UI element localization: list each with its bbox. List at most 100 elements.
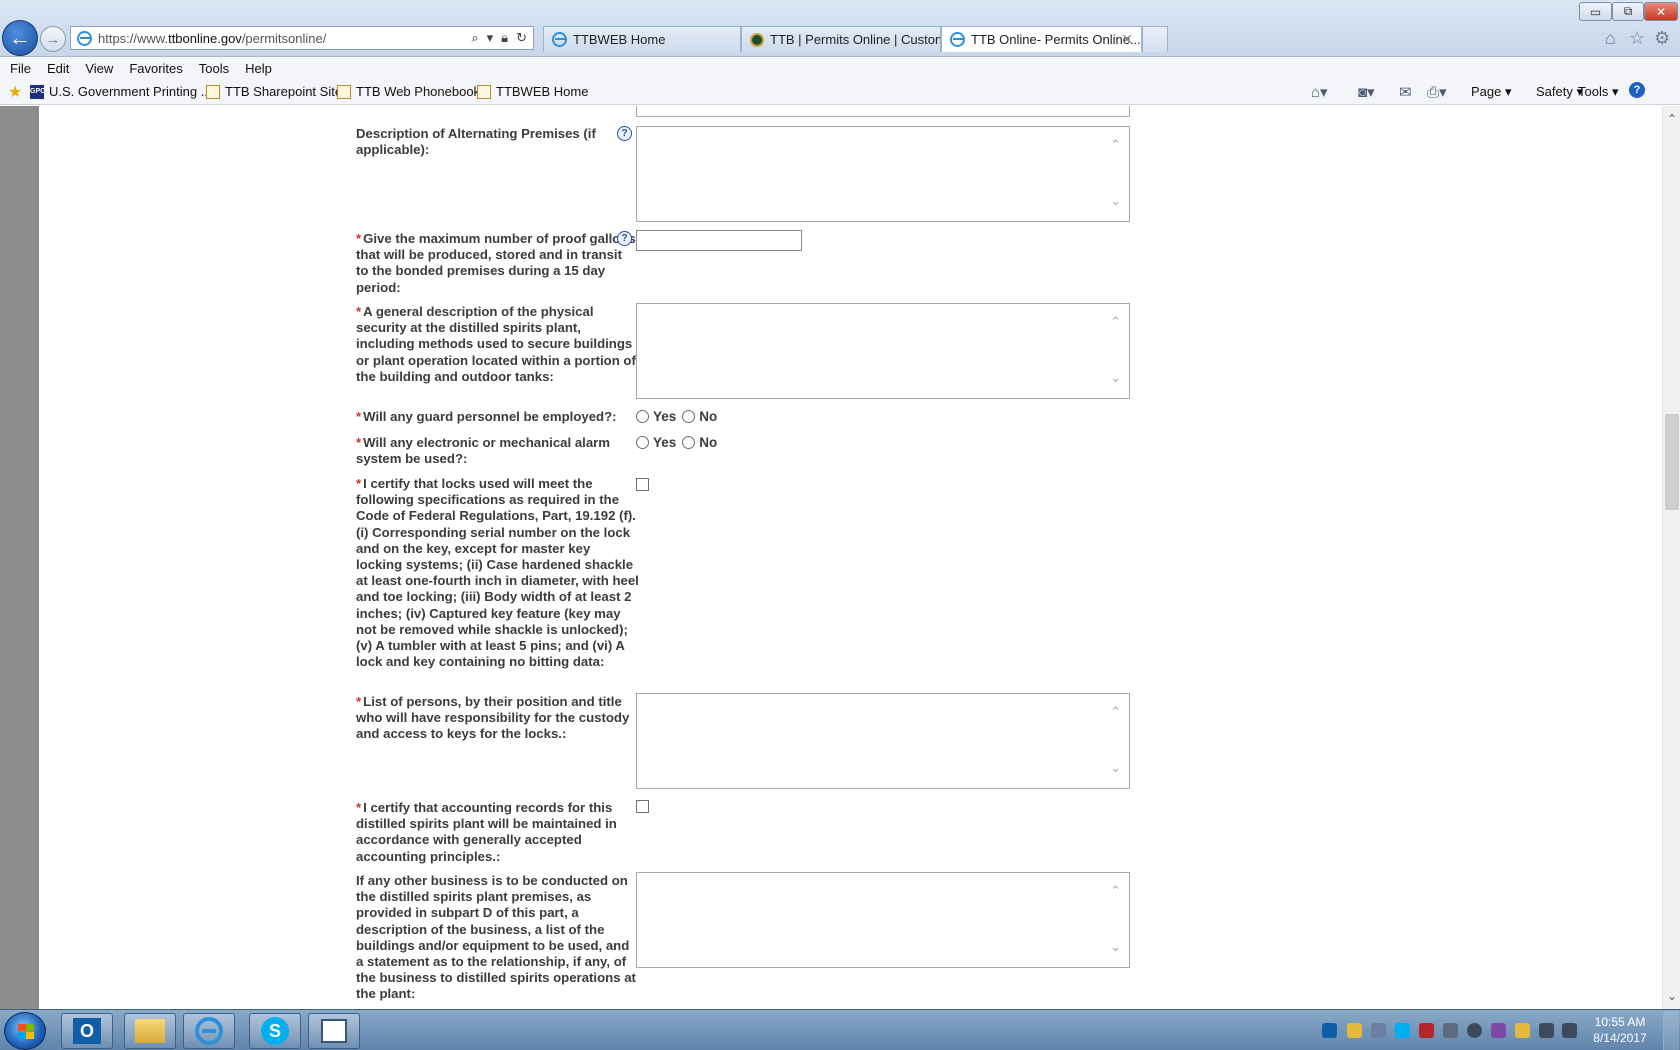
alarm-yes-radio[interactable] <box>636 436 649 449</box>
safety-menu[interactable]: Safety ▾ <box>1536 84 1583 100</box>
menu-tools[interactable]: Tools <box>199 61 229 76</box>
skype-tray-icon[interactable] <box>1395 1023 1410 1038</box>
page-icon <box>337 84 351 99</box>
help-icon[interactable]: ? <box>1629 82 1645 98</box>
alarm-system-label: * Will any electronic or mechanical alarm… <box>356 435 611 467</box>
menu-favorites[interactable]: Favorites <box>129 61 182 76</box>
menu-edit[interactable]: Edit <box>47 61 69 76</box>
refresh-icon[interactable]: ↻ <box>516 30 527 46</box>
print-icon[interactable]: ⎙▾ <box>1427 83 1447 101</box>
page-icon <box>206 84 220 99</box>
ie-page-icon <box>950 32 965 47</box>
browser-title-bar: ← → https://www.ttbonline.gov/permitsonl… <box>0 0 1680 57</box>
feeds-icon[interactable]: ◙▾ <box>1358 83 1375 101</box>
home-icon[interactable]: ⌂ <box>1605 28 1616 49</box>
page-icon <box>477 84 491 99</box>
other-business-textarea[interactable]: ⌃ ⌄ <box>636 872 1130 968</box>
sync-tray-icon[interactable] <box>1467 1023 1482 1038</box>
windows-logo-icon <box>18 1024 34 1039</box>
scroll-down-icon: ⌄ <box>1110 193 1121 208</box>
favorite-gpo[interactable]: GPO U.S. Government Printing ... <box>30 84 212 99</box>
internet-explorer-icon <box>195 1017 223 1045</box>
alarm-no-radio[interactable] <box>682 436 696 449</box>
favorite-phonebook[interactable]: TTB Web Phonebook <box>337 84 480 99</box>
locks-certify-checkbox[interactable] <box>636 478 649 491</box>
page-gutter <box>0 106 39 1009</box>
back-button[interactable]: ← <box>2 20 38 56</box>
scroll-up-icon: ⌃ <box>1110 883 1121 898</box>
help-icon[interactable]: ? <box>617 231 632 246</box>
restore-button[interactable]: ⧉ <box>1612 2 1644 21</box>
taskbar-file-explorer[interactable] <box>124 1013 176 1049</box>
system-clock[interactable]: 10:55 AM 8/14/2017 <box>1580 1014 1660 1046</box>
physical-security-textarea[interactable]: ⌃ ⌄ <box>636 303 1130 399</box>
tab-permits-online-custom[interactable]: TTB | Permits Online | Custom... <box>741 26 941 52</box>
network-tray-icon[interactable] <box>1539 1023 1554 1038</box>
forward-button[interactable]: → <box>40 26 66 52</box>
guard-personnel-label: * Will any guard personnel be employed?: <box>356 409 617 424</box>
favorite-ttbweb-home[interactable]: TTBWEB Home <box>477 84 588 99</box>
page-menu[interactable]: Page ▾ <box>1471 84 1512 100</box>
page-content: Description of Alternating Premises (if … <box>0 106 1662 1009</box>
outlook-tray-icon[interactable] <box>1322 1023 1337 1038</box>
favorites-star-icon[interactable]: ☆ <box>1629 28 1645 49</box>
scrollbar-thumb[interactable] <box>1665 414 1679 510</box>
accounting-certify-label: * I certify that accounting records for t… <box>356 800 617 864</box>
menu-help[interactable]: Help <box>245 61 272 76</box>
key-custody-textarea[interactable]: ⌃ ⌄ <box>636 693 1130 789</box>
show-desktop-button[interactable] <box>1663 1011 1679 1050</box>
guard-yes-radio[interactable] <box>636 410 649 423</box>
guard-no-radio[interactable] <box>682 410 696 423</box>
tab-ttb-online-permits[interactable]: TTB Online- Permits Online... ✕ <box>941 26 1142 52</box>
taskbar-internet-explorer[interactable] <box>183 1013 235 1049</box>
scroll-up-icon: ⌃ <box>1110 137 1121 152</box>
scroll-up-icon: ⌃ <box>1110 704 1121 719</box>
scroll-down-icon: ⌄ <box>1110 939 1121 954</box>
arrow-right-icon: → <box>45 30 61 48</box>
taskbar-skype[interactable]: S <box>249 1013 301 1049</box>
key-tray-icon[interactable] <box>1515 1023 1530 1038</box>
settings-gear-icon[interactable]: ⚙ <box>1654 28 1670 49</box>
volume-tray-icon[interactable] <box>1562 1023 1577 1038</box>
favorites-star-icon[interactable]: ★ <box>8 82 22 102</box>
menu-file[interactable]: File <box>10 61 31 76</box>
search-icon[interactable]: ⌕ <box>471 30 478 46</box>
new-tab-button[interactable] <box>1142 26 1168 52</box>
other-business-label: If any other business is to be conducted… <box>356 873 636 1002</box>
antivirus-tray-icon[interactable] <box>1419 1023 1434 1038</box>
page-scrollbar[interactable]: ⌃ ⌄ <box>1662 106 1680 1009</box>
previous-field-edge[interactable] <box>636 106 1130 117</box>
favorite-sharepoint[interactable]: TTB Sharepoint Site <box>206 84 342 99</box>
minimize-button[interactable]: ▭ <box>1579 2 1612 21</box>
taskbar-application[interactable] <box>308 1013 360 1049</box>
tools-menu[interactable]: Tools ▾ <box>1578 84 1619 100</box>
user-tray-icon[interactable] <box>1371 1023 1386 1038</box>
address-bar[interactable]: https://www.ttbonline.gov/permitsonline/… <box>70 26 534 50</box>
menu-view[interactable]: View <box>85 61 113 76</box>
scroll-down-arrow-icon[interactable]: ⌄ <box>1663 989 1680 1003</box>
site-icon <box>77 30 92 46</box>
key-custody-label: * List of persons, by their position and … <box>356 694 630 742</box>
close-tab-icon[interactable]: ✕ <box>1121 31 1133 48</box>
proof-gallons-input[interactable] <box>636 230 802 251</box>
scroll-down-icon: ⌄ <box>1110 370 1121 385</box>
lock-icon[interactable]: 🔒︎ <box>501 30 508 46</box>
device-tray-icon[interactable] <box>1443 1023 1458 1038</box>
help-icon[interactable]: ? <box>617 126 632 141</box>
scroll-up-arrow-icon[interactable]: ⌃ <box>1663 112 1680 126</box>
pen-tray-icon[interactable] <box>1347 1023 1362 1038</box>
close-window-button[interactable]: ✕ <box>1644 2 1678 21</box>
accounting-certify-checkbox[interactable] <box>636 800 649 813</box>
tab-ttbweb-home[interactable]: TTBWEB Home <box>543 26 741 52</box>
mail-icon[interactable]: ✉ <box>1399 83 1412 101</box>
taskbar-outlook[interactable]: O <box>61 1013 113 1049</box>
ttb-seal-icon <box>750 32 764 47</box>
physical-security-label: * A general description of the physical s… <box>356 304 636 384</box>
start-button[interactable] <box>4 1012 46 1050</box>
url-text: https://www.ttbonline.gov/permitsonline/ <box>98 30 327 46</box>
dropdown-arrow-icon[interactable]: ▾ <box>487 30 494 46</box>
home-icon[interactable]: ⌂▾ <box>1311 83 1328 101</box>
alternating-premises-textarea[interactable]: ⌃ ⌄ <box>636 126 1130 222</box>
guard-personnel-radios: Yes No <box>636 409 723 424</box>
app-tray-icon[interactable] <box>1491 1023 1506 1038</box>
